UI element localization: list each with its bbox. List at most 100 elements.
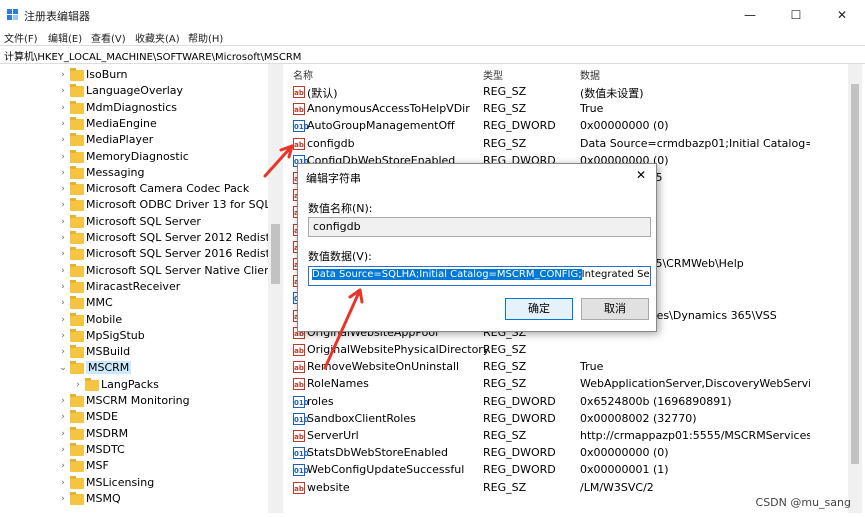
value-row[interactable]: ab ServerUrl REG_SZ http://crmappazp01:5555…: [288, 428, 848, 445]
tree-item[interactable]: › Microsoft ODBC Driver 13 for SQL Ser: [0, 198, 282, 214]
value-row[interactable]: 010 AutoGroupManagementOff REG_DWORD 0x0000…: [288, 118, 848, 135]
value-type: REG_SZ: [483, 360, 527, 374]
chevron-right-icon[interactable]: ›: [58, 119, 68, 129]
list-scrollbar[interactable]: [848, 64, 862, 513]
menu-file[interactable]: 文件(F): [4, 30, 38, 45]
tree-item[interactable]: › MSDTC: [0, 442, 270, 459]
chevron-right-icon[interactable]: ›: [58, 103, 68, 113]
tree-scroll-thumb[interactable]: [271, 224, 280, 284]
tree-item[interactable]: › MiracastReceiver: [0, 279, 270, 296]
value-row[interactable]: ab OriginalWebsitePhysicalDirectory REG_SZ: [288, 342, 848, 359]
tree-scrollbar[interactable]: [268, 64, 283, 513]
tree-item[interactable]: › MpSigStub: [0, 328, 270, 345]
tree-item[interactable]: › Microsoft SQL Server 2012 Redist: [0, 231, 270, 247]
tree-item[interactable]: › MediaPlayer: [0, 133, 270, 149]
chevron-right-icon[interactable]: ›: [58, 412, 68, 422]
tree-item[interactable]: › LanguageOverlay: [0, 84, 270, 100]
chevron-right-icon[interactable]: ›: [58, 217, 68, 227]
chevron-right-icon[interactable]: ›: [58, 282, 68, 292]
tree-item[interactable]: › MSCRM Monitoring: [0, 394, 270, 410]
address-path[interactable]: 计算机\HKEY_LOCAL_MACHINE\SOFTWARE\Microsof…: [4, 48, 301, 63]
chevron-right-icon[interactable]: ›: [58, 200, 68, 210]
tree-item[interactable]: › MSDRM: [0, 426, 270, 443]
maximize-button[interactable]: ☐: [773, 0, 819, 30]
tree-item[interactable]: › MSLicensing: [0, 475, 270, 492]
tree-item[interactable]: › Microsoft Camera Codec Pack: [0, 182, 270, 198]
value-row[interactable]: 010 SandboxClientRoles REG_DWORD 0x00008002…: [288, 411, 848, 428]
tree-item[interactable]: › Microsoft SQL Server: [0, 214, 270, 231]
address-bar[interactable]: 计算机\HKEY_LOCAL_MACHINE\SOFTWARE\Microsof…: [0, 45, 865, 64]
chevron-right-icon[interactable]: ›: [58, 168, 68, 178]
chevron-right-icon[interactable]: ›: [58, 152, 68, 162]
tree-item[interactable]: › Microsoft SQL Server Native Client 11.(: [0, 263, 282, 280]
value-name-field[interactable]: configdb: [308, 217, 651, 237]
value-row[interactable]: ab RemoveWebsiteOnUninstall REG_SZ True: [288, 359, 848, 376]
menu-edit[interactable]: 编辑(E): [48, 30, 82, 45]
value-row[interactable]: ab AnonymousAccessToHelpVDir REG_SZ True: [288, 101, 848, 118]
value-row[interactable]: 010 WebConfigUpdateSuccessful REG_DWORD 0x0…: [288, 462, 848, 479]
value-row[interactable]: ab website REG_SZ/LM/W3SVC/2: [288, 480, 848, 497]
tree-item[interactable]: › MdmDiagnostics: [0, 100, 270, 117]
value-row[interactable]: ab (默认) REG_SZ (数值未设置): [288, 84, 848, 101]
value-data: 0x6524800b (1696890891): [580, 394, 732, 408]
chevron-down-icon[interactable]: ⌄: [58, 363, 68, 373]
chevron-right-icon[interactable]: ›: [58, 266, 68, 276]
chevron-right-icon[interactable]: ›: [58, 429, 68, 439]
list-scroll-thumb[interactable]: [851, 84, 859, 464]
tree-item[interactable]: › Messaging: [0, 165, 270, 182]
folder-icon: [70, 296, 84, 310]
tree-item[interactable]: › MediaEngine: [0, 116, 270, 133]
chevron-right-icon[interactable]: ›: [73, 380, 83, 390]
ok-button[interactable]: 确定: [505, 298, 573, 320]
tree-item[interactable]: › LangPacks: [0, 377, 270, 394]
chevron-right-icon[interactable]: ›: [58, 86, 68, 96]
menu-help[interactable]: 帮助(H): [188, 30, 223, 45]
menu-view[interactable]: 查看(V): [91, 30, 126, 45]
chevron-right-icon[interactable]: ›: [58, 315, 68, 325]
folder-icon: [70, 165, 84, 179]
tree-item-label: MpSigStub: [86, 328, 145, 342]
tree-item[interactable]: › MSF: [0, 459, 270, 475]
chevron-right-icon[interactable]: ›: [58, 298, 68, 308]
chevron-right-icon[interactable]: ›: [58, 494, 68, 504]
chevron-right-icon[interactable]: ›: [58, 184, 68, 194]
value-row[interactable]: 010 StatsDbWebStoreEnabled REG_DWORD 0x0000…: [288, 445, 848, 462]
close-button[interactable]: ✕: [819, 0, 865, 30]
tree-item[interactable]: › MMC: [0, 296, 270, 312]
chevron-right-icon[interactable]: ›: [58, 233, 68, 243]
tree-item[interactable]: › MSMQ: [0, 491, 270, 508]
folder-icon: [70, 328, 84, 342]
cancel-button[interactable]: 取消: [581, 298, 649, 320]
chevron-right-icon[interactable]: ›: [58, 347, 68, 357]
folder-icon: [70, 410, 84, 424]
dialog-close-button[interactable]: ✕: [636, 168, 646, 182]
chevron-right-icon[interactable]: ›: [58, 70, 68, 80]
tree-item[interactable]: › IsoBurn: [0, 68, 270, 84]
chevron-right-icon[interactable]: ›: [58, 445, 68, 455]
value-row[interactable]: 010 roles REG_DWORD 0x6524800b (1696890891): [288, 394, 848, 411]
column-name[interactable]: 名称: [293, 67, 313, 82]
column-type[interactable]: 类型: [483, 67, 503, 82]
chevron-right-icon[interactable]: ›: [58, 461, 68, 471]
menu-favorites[interactable]: 收藏夹(A): [135, 30, 180, 45]
value-row[interactable]: ab configdb REG_SZ Data Source=crmdbazp01;I…: [288, 136, 848, 153]
chevron-right-icon[interactable]: ›: [58, 478, 68, 488]
tree-item[interactable]: ⌄ MSCRM: [0, 361, 270, 377]
tree-item[interactable]: › Mobile: [0, 312, 270, 329]
chevron-right-icon[interactable]: ›: [58, 135, 68, 145]
tree-item[interactable]: › MemoryDiagnostic: [0, 149, 270, 166]
value-type: REG_DWORD: [483, 411, 556, 425]
tree-item[interactable]: › MSBuild: [0, 345, 270, 361]
value-name: ServerUrl: [307, 429, 359, 442]
chevron-right-icon[interactable]: ›: [58, 396, 68, 406]
value-row[interactable]: ab RoleNames REG_SZ WebApplicationServer,Di…: [288, 376, 848, 393]
chevron-right-icon[interactable]: ›: [58, 249, 68, 259]
minimize-button[interactable]: —: [727, 0, 773, 30]
value-type: REG_SZ: [483, 102, 527, 116]
tree-item[interactable]: › Microsoft SQL Server 2016 Redist: [0, 247, 270, 263]
value-type: REG_SZ: [483, 480, 527, 494]
tree-item[interactable]: › MSDE: [0, 410, 270, 426]
column-data[interactable]: 数据: [580, 67, 600, 82]
value-data-field[interactable]: Data Source=SQLHA;Initial Catalog=MSCRM_…: [308, 266, 651, 286]
chevron-right-icon[interactable]: ›: [58, 331, 68, 341]
